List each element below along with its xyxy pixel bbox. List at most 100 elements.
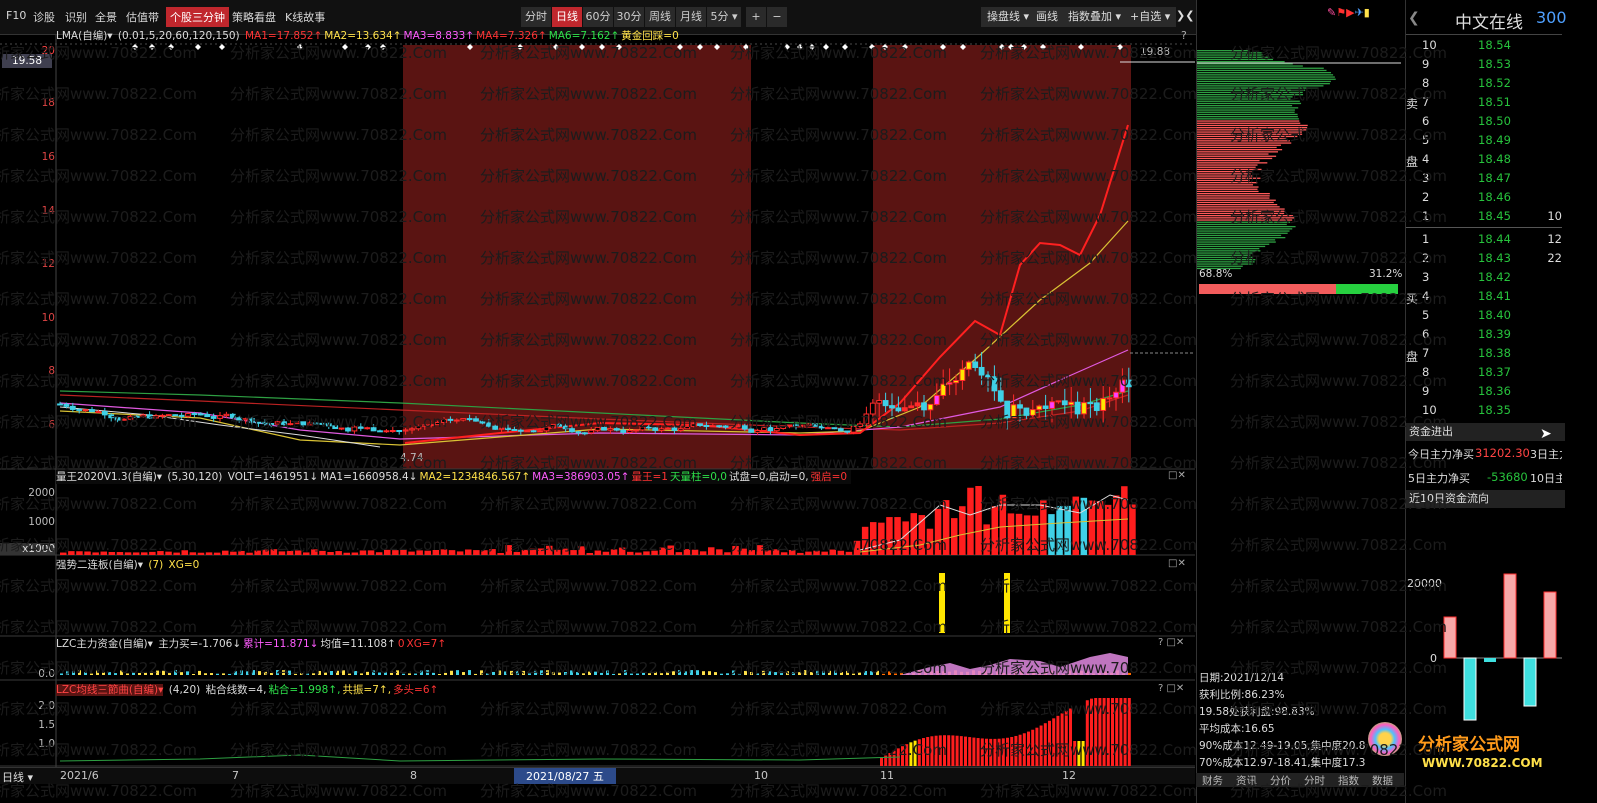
toolbar-item-diagnose[interactable]: 诊股 [33,9,55,25]
candle-body [588,429,595,434]
candle-body [530,430,537,433]
order-book-row[interactable]: 5 18.49 [1406,131,1562,150]
signal-diamond [342,44,348,50]
candle-body [985,374,991,378]
chip-bar [1197,234,1282,237]
indicator-value: XG=0 [168,559,200,571]
period-tab-daily[interactable]: 日线 [552,7,583,27]
fund-bar [234,671,237,675]
order-book-row[interactable]: 6 18.39 [1406,325,1562,344]
candle-body [127,415,134,420]
price: 18.54 [1478,38,1511,52]
volume-bar [489,549,496,555]
level: 5 [1422,133,1430,147]
add-watchlist-dropdown[interactable]: +自选 ▾ [1124,7,1177,27]
order-book-row[interactable]: 4 18.48 [1406,150,1562,169]
indicator-name-dropdown[interactable]: LMA(自编)▾ [56,30,113,42]
period-tab-monthly[interactable]: 月线 [676,7,707,27]
order-book-row[interactable]: 10 18.54 [1406,36,1562,55]
candle-body [780,425,787,429]
draw-line-button[interactable]: 画线 [1030,7,1064,27]
order-book-row[interactable]: 3 18.42 [1406,268,1562,287]
tab-finance[interactable]: 财务 [1202,773,1223,788]
period-selector[interactable]: 日线 ▾ [2,769,33,785]
help-icon[interactable]: ? [1181,29,1187,42]
operate-line-dropdown[interactable]: 操盘线 ▾ [981,7,1036,27]
period-tab-intraday[interactable]: 分时 [521,7,552,27]
order-book-row[interactable]: 8 18.52 [1406,74,1562,93]
candle-body [569,428,575,433]
signal-diamond [784,44,790,50]
toolbar-item-three-minutes[interactable]: 个股三分钟 [166,7,229,27]
order-book-row[interactable]: 3 18.47 [1406,169,1562,188]
back-arrow-icon[interactable]: ❮ [1408,10,1420,26]
order-book-row[interactable]: 2 18.46 [1406,188,1562,207]
order-book-row[interactable]: 7 18.38 [1406,344,1562,363]
convergence-bar [1018,734,1022,766]
candle-body [159,414,166,417]
toolbar-item-panorama[interactable]: 全景 [95,9,117,25]
order-book-row[interactable]: 4 18.41 [1406,287,1562,306]
zoom-in-button[interactable]: + [746,7,767,27]
order-book-row[interactable]: 5 18.40 [1406,306,1562,325]
fund-bar [600,672,603,675]
fund-bar [822,670,825,675]
order-book-row[interactable]: 10 18.35 [1406,401,1562,420]
order-book-row[interactable]: 6 18.50 [1406,112,1562,131]
price: 18.43 [1478,251,1511,265]
tab-news[interactable]: 资讯 [1236,773,1257,788]
toolbar-item-f10[interactable]: F10 [6,9,26,22]
fund-bar [168,673,171,675]
candle-body [741,425,748,430]
chip-tool-icons[interactable]: ✎⚑▶✈▮ [1327,6,1370,19]
toolbar-item-strategy[interactable]: 策略看盘 [232,9,276,25]
toolbar-item-kline-story[interactable]: K线故事 [285,9,325,25]
candle-body [921,402,927,411]
zoom-out-button[interactable]: − [767,7,788,27]
y-tick: 1.5 [38,719,55,731]
convergence-bar [1027,731,1030,766]
order-book-row[interactable]: 1 18.45 10 [1406,207,1562,226]
tab-data[interactable]: 数据 [1372,773,1393,788]
panel-close-icon[interactable]: ? □✕ [1158,637,1184,648]
panel-close-icon[interactable]: □✕ [1168,558,1186,569]
chip-bar [1197,80,1331,83]
volume-indicator-dropdown[interactable]: 量王2020V1.3(自编)▾ [56,471,162,483]
order-book-row[interactable]: 9 18.53 [1406,55,1562,74]
panel-close-icon[interactable]: □✕ [1168,470,1186,481]
volume-bar [116,552,124,555]
collapse-panel-icon[interactable]: ❯❮ [1176,9,1194,22]
period-dropdown-5min[interactable]: 5分 ▾ [707,7,742,27]
panel4-indicator-dropdown[interactable]: LZC主力资金(自编)▾ [56,638,153,650]
chip-bar [1197,193,1270,195]
flow-chart-header[interactable]: 近10日资金流向 [1406,490,1565,508]
indicator-value: MA4=7.326↑ [476,30,547,42]
order-book-row[interactable]: 1 18.44 12 [1406,230,1562,249]
tab-intraday[interactable]: 分时 [1304,773,1325,788]
xg-signal-bar [939,573,945,633]
candle-body [229,413,236,419]
toolbar-item-valuation[interactable]: 估值带 [126,9,159,25]
order-book-row[interactable]: 7 18.51 [1406,93,1562,112]
indicator-value: MA3=386903.05↑ [532,471,630,483]
panel5-indicator-dropdown[interactable]: LZC均线三節曲(自编)▾ [56,684,164,696]
toolbar-item-identify[interactable]: 识别 [65,9,87,25]
order-book-row[interactable]: 8 18.37 [1406,363,1562,382]
panel3-indicator-dropdown[interactable]: 强势二连板(自编)▾ [56,559,143,571]
index-overlay-dropdown[interactable]: 指数叠加 ▾ [1062,7,1128,27]
stock-name: 中文在线 [1455,13,1523,33]
convergence-bar [1115,698,1119,766]
period-tab-weekly[interactable]: 周线 [645,7,676,27]
chip-bar [1197,248,1260,250]
period-tab-60min[interactable]: 60分 [583,7,614,27]
candle-body [959,368,966,382]
order-book-row[interactable]: 9 18.36 [1406,382,1562,401]
tab-index[interactable]: 指数 [1338,773,1359,788]
convergence-bar [1014,735,1018,766]
panel-close-icon[interactable]: ? □✕ [1158,683,1184,694]
candle-body [933,394,940,405]
order-book-row[interactable]: 2 18.43 22 [1406,249,1562,268]
period-tab-30min[interactable]: 30分 [614,7,645,27]
indicator-value: 多头=6↑ [393,684,439,696]
tab-price-dist[interactable]: 分价 [1270,773,1291,788]
